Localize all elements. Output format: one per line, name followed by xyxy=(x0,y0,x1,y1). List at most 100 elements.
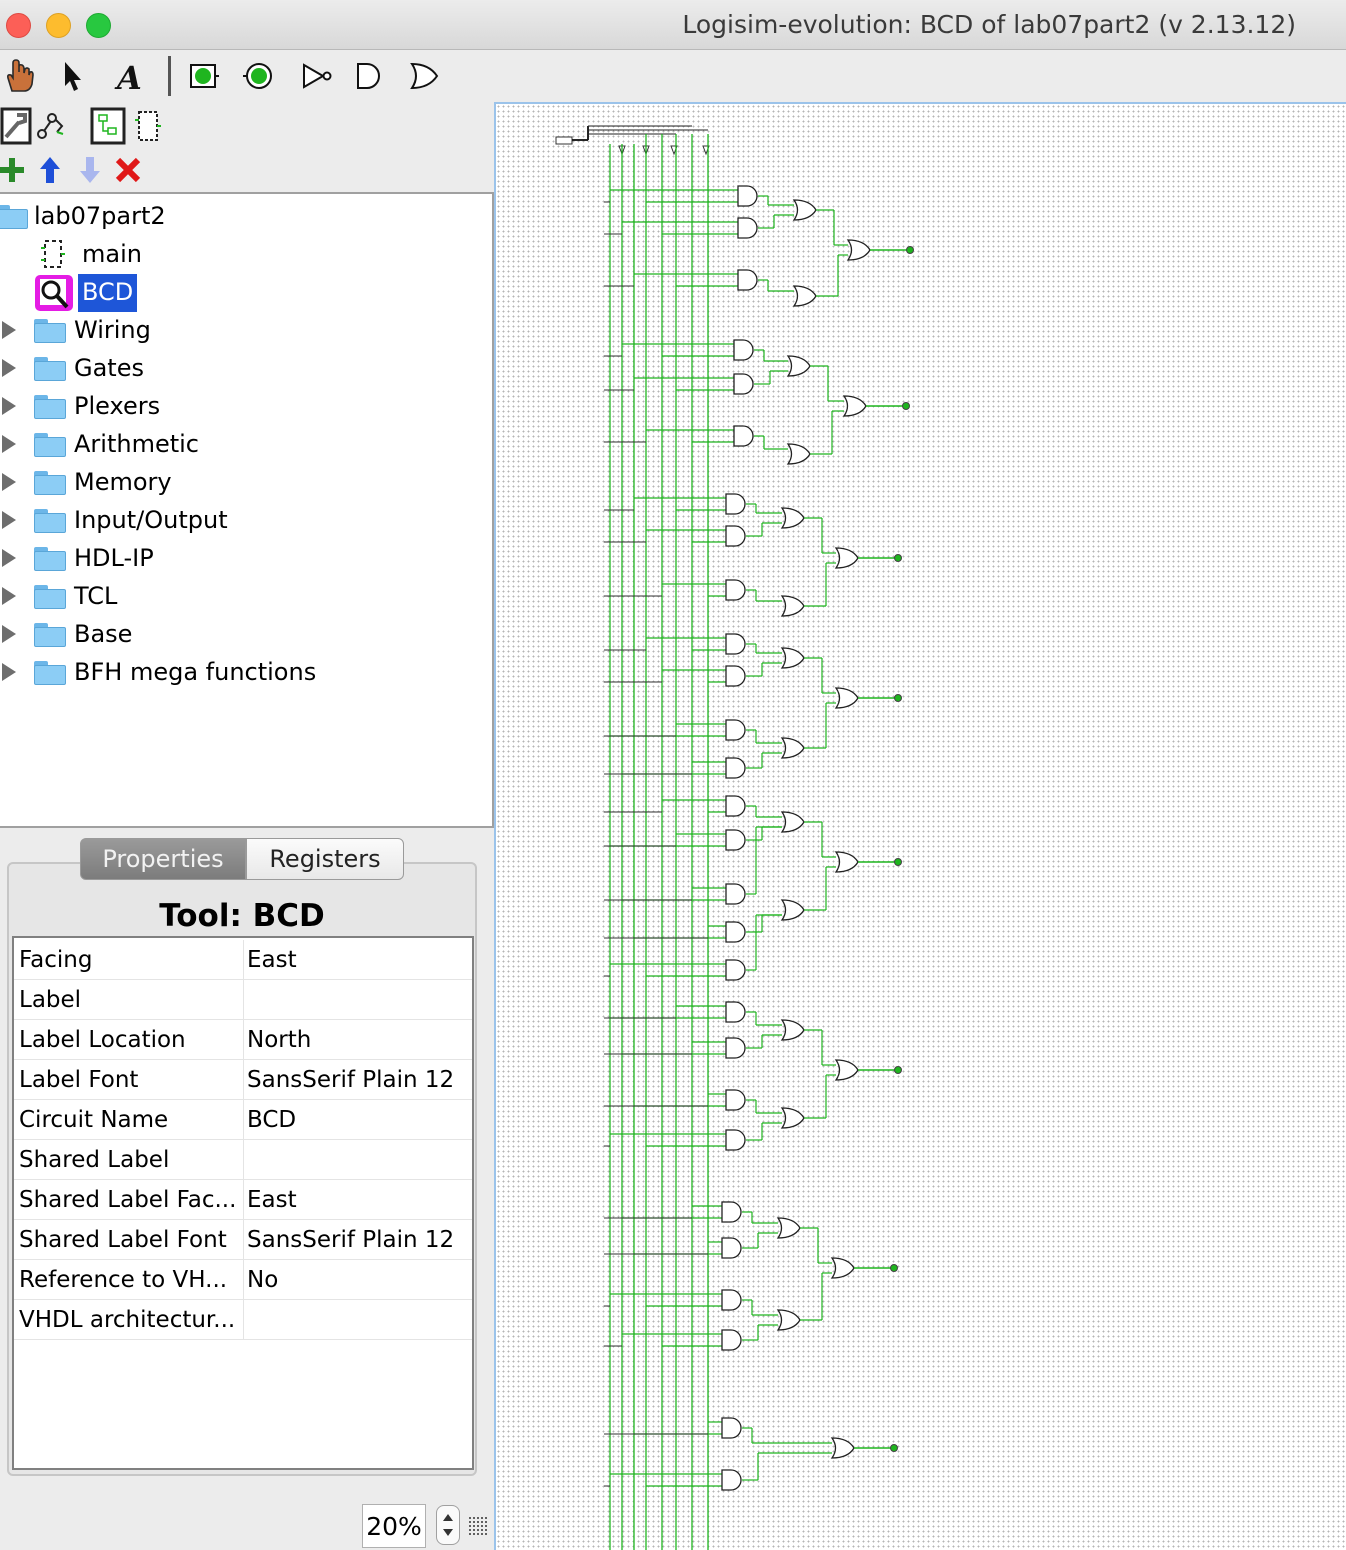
property-value[interactable]: North xyxy=(247,1027,311,1053)
property-value[interactable]: East xyxy=(247,947,297,973)
property-key: Circuit Name xyxy=(19,1107,169,1133)
library-label: Gates xyxy=(74,354,144,382)
not-gate-icon[interactable] xyxy=(296,56,336,96)
property-key: VHDL architectur... xyxy=(19,1307,236,1333)
library-tcl[interactable]: TCL xyxy=(0,578,490,616)
tab-registers[interactable]: Registers xyxy=(246,838,404,880)
folder-icon xyxy=(34,661,66,685)
or-gate xyxy=(842,395,867,417)
and-gate xyxy=(733,373,754,395)
expand-arrow-icon[interactable] xyxy=(2,587,16,605)
output-pin xyxy=(894,858,902,866)
property-row[interactable]: Label xyxy=(14,980,472,1020)
property-row[interactable]: Circuit Name BCD xyxy=(14,1100,472,1140)
project-root[interactable]: lab07part2 xyxy=(0,198,490,236)
close-window-button[interactable] xyxy=(6,13,31,38)
circuit-canvas[interactable] xyxy=(494,102,1346,1550)
expand-arrow-icon[interactable] xyxy=(2,663,16,681)
property-key: Label Location xyxy=(19,1027,186,1053)
and-gate xyxy=(725,959,746,981)
library-hdl-ip[interactable]: HDL-IP xyxy=(0,540,490,578)
property-row[interactable]: Label Location North xyxy=(14,1020,472,1060)
move-down-icon[interactable] xyxy=(70,150,110,190)
or-gate xyxy=(776,1217,801,1239)
property-key: Facing xyxy=(19,947,93,973)
and-gate xyxy=(737,269,758,291)
expand-arrow-icon[interactable] xyxy=(2,321,16,339)
tree-item-bcd[interactable]: BCD xyxy=(0,274,490,312)
or-gate xyxy=(780,507,805,529)
property-row[interactable]: Label Font SansSerif Plain 12 xyxy=(14,1060,472,1100)
or-gate xyxy=(834,851,859,873)
zoom-level-field[interactable]: 20% xyxy=(362,1504,426,1548)
property-key: Reference to VH... xyxy=(19,1267,228,1293)
expand-arrow-icon[interactable] xyxy=(2,511,16,529)
minimize-window-button[interactable] xyxy=(46,13,71,38)
folder-icon xyxy=(34,395,66,419)
tab-properties[interactable]: Properties xyxy=(80,838,246,880)
output-pin-icon[interactable] xyxy=(238,56,278,96)
select-arrow-icon[interactable] xyxy=(52,56,92,96)
property-value[interactable]: No xyxy=(247,1267,278,1293)
library-label: Memory xyxy=(74,468,172,496)
library-memory[interactable]: Memory xyxy=(0,464,490,502)
expand-arrow-icon[interactable] xyxy=(2,625,16,643)
and-gate xyxy=(725,493,746,515)
library-gates[interactable]: Gates xyxy=(0,350,490,388)
title-bar: Logisim-evolution: BCD of lab07part2 (v … xyxy=(0,0,1346,50)
property-row[interactable]: Shared Label Fac... East xyxy=(14,1180,472,1220)
library-input-output[interactable]: Input/Output xyxy=(0,502,490,540)
library-bfh-mega-functions[interactable]: BFH mega functions xyxy=(0,654,490,692)
appearance-icon[interactable] xyxy=(128,106,168,146)
zoom-window-button[interactable] xyxy=(86,13,111,38)
and-gate xyxy=(733,425,754,447)
and-gate-icon[interactable] xyxy=(348,56,388,96)
text-tool-icon[interactable]: A xyxy=(110,56,150,96)
hand-poke-icon[interactable] xyxy=(0,56,40,96)
and-gate xyxy=(721,1329,742,1351)
property-value[interactable]: East xyxy=(247,1187,297,1213)
or-gate-icon[interactable] xyxy=(404,56,444,96)
expand-arrow-icon[interactable] xyxy=(2,473,16,491)
and-gate xyxy=(725,757,746,779)
and-gate xyxy=(725,1129,746,1151)
project-explorer: lab07part2 main BCD Wiring Gates Plexers… xyxy=(0,192,494,828)
and-gate xyxy=(737,185,758,207)
property-row[interactable]: Facing East xyxy=(14,940,472,980)
library-plexers[interactable]: Plexers xyxy=(0,388,490,426)
tree-item-main[interactable]: main xyxy=(0,236,490,274)
property-key: Shared Label xyxy=(19,1147,170,1173)
property-row[interactable]: Shared Label xyxy=(14,1140,472,1180)
zoom-stepper[interactable] xyxy=(436,1505,460,1545)
property-value[interactable]: SansSerif Plain 12 xyxy=(247,1067,454,1093)
property-row[interactable]: Reference to VH... No xyxy=(14,1260,472,1300)
input-pin-icon[interactable] xyxy=(184,56,224,96)
folder-icon xyxy=(34,433,66,457)
property-row[interactable]: VHDL architectur... xyxy=(14,1300,472,1340)
layout-icon[interactable] xyxy=(88,106,128,146)
expand-arrow-icon[interactable] xyxy=(2,549,16,567)
and-gate xyxy=(725,883,746,905)
expand-arrow-icon[interactable] xyxy=(2,359,16,377)
simulate-icon[interactable] xyxy=(30,106,70,146)
bcd-schematic[interactable] xyxy=(496,104,1346,1550)
or-gate xyxy=(780,737,805,759)
expand-arrow-icon[interactable] xyxy=(2,435,16,453)
expand-arrow-icon[interactable] xyxy=(2,397,16,415)
delete-icon[interactable] xyxy=(108,150,148,190)
and-gate xyxy=(721,1201,742,1223)
svg-text:A: A xyxy=(114,59,142,93)
or-gate xyxy=(792,199,817,221)
or-gate xyxy=(780,811,805,833)
move-up-icon[interactable] xyxy=(30,150,70,190)
property-value[interactable]: BCD xyxy=(247,1107,296,1133)
property-value[interactable]: SansSerif Plain 12 xyxy=(247,1227,454,1253)
library-wiring[interactable]: Wiring xyxy=(0,312,490,350)
or-gate xyxy=(780,1019,805,1041)
library-base[interactable]: Base xyxy=(0,616,490,654)
property-row[interactable]: Shared Label Font SansSerif Plain 12 xyxy=(14,1220,472,1260)
library-arithmetic[interactable]: Arithmetic xyxy=(0,426,490,464)
grid-toggle-icon[interactable] xyxy=(468,1516,488,1536)
folder-icon xyxy=(34,471,66,495)
add-circuit-icon[interactable] xyxy=(0,150,32,190)
